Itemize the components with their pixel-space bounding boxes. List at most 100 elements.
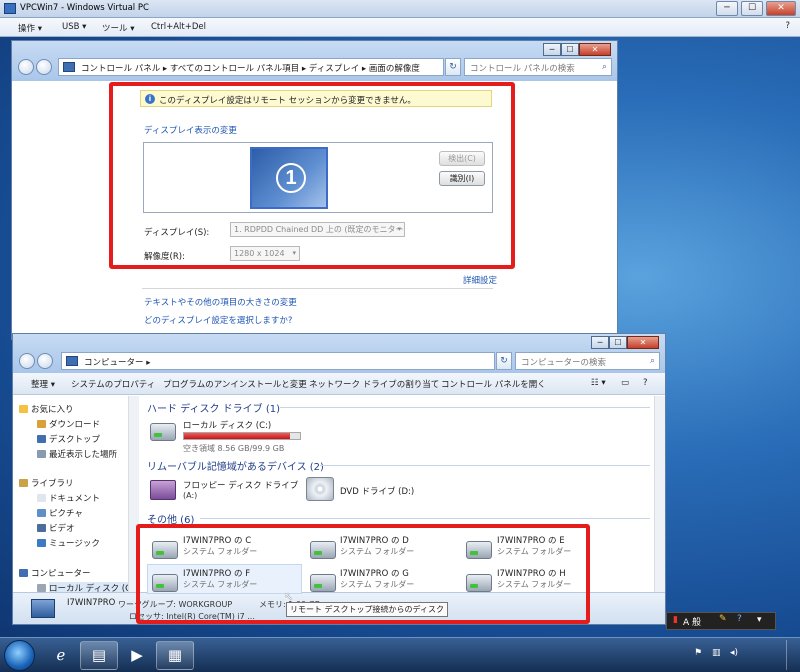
host-maximize-button[interactable]: ☐ bbox=[741, 1, 763, 16]
nav-pictures[interactable]: ピクチャ bbox=[49, 507, 83, 519]
local-disk-free: 空き領域 8.56 GB/99.9 GB bbox=[183, 444, 285, 453]
local-disk-name[interactable]: ローカル ディスク (C:) bbox=[183, 419, 271, 431]
explorer-folder-icon[interactable]: ▤ bbox=[80, 641, 118, 670]
minimize-button[interactable]: ─ bbox=[543, 43, 561, 56]
search-placeholder: コンピューターの検索 bbox=[521, 358, 607, 368]
organize-button[interactable]: 整理 ▾ bbox=[31, 378, 55, 390]
menu-usb[interactable]: USB ▾ bbox=[62, 22, 86, 32]
menu-ctrl-alt-del[interactable]: Ctrl+Alt+Del bbox=[151, 22, 206, 32]
nav-recent[interactable]: 最近表示した場所 bbox=[49, 448, 117, 460]
nav-favorites[interactable]: お気に入り bbox=[31, 403, 74, 415]
videos-icon bbox=[37, 524, 46, 532]
floppy-name[interactable]: フロッピー ディスク ドライブ bbox=[183, 479, 298, 491]
nav-desktop[interactable]: デスクトップ bbox=[49, 433, 100, 445]
content-scrollbar[interactable] bbox=[654, 396, 665, 592]
documents-icon bbox=[37, 494, 46, 502]
view-options-icon[interactable]: ☷ ▾ bbox=[591, 378, 606, 388]
dvd-drive-icon bbox=[306, 477, 334, 501]
address-bar[interactable]: コンピューター ▸ bbox=[61, 352, 495, 370]
tray-volume-icon[interactable]: ◂) bbox=[730, 648, 738, 658]
highlight-box-network-drives bbox=[136, 524, 590, 624]
search-input[interactable]: コンピューターの検索 ⌕ bbox=[515, 352, 660, 370]
music-icon bbox=[37, 539, 46, 547]
host-minimize-button[interactable]: ─ bbox=[716, 1, 738, 16]
open-control-panel-button[interactable]: コントロール パネルを開く bbox=[441, 378, 546, 390]
navigation-pane: お気に入り ダウンロード デスクトップ 最近表示した場所 ライブラリ ドキュメン… bbox=[13, 396, 138, 602]
computer-icon bbox=[19, 569, 28, 577]
virtual-pc-icon bbox=[4, 3, 16, 14]
pictures-icon bbox=[37, 509, 46, 517]
tray-network-icon[interactable]: ▥ bbox=[712, 648, 721, 658]
show-desktop-button[interactable] bbox=[786, 640, 800, 670]
system-properties-button[interactable]: システムのプロパティ bbox=[71, 378, 155, 390]
control-panel-icon bbox=[63, 62, 75, 72]
group-divider bbox=[280, 407, 650, 408]
search-icon: ⌕ bbox=[601, 62, 607, 72]
refresh-button[interactable]: ↻ bbox=[445, 58, 461, 76]
start-button[interactable] bbox=[4, 640, 35, 671]
forward-button[interactable] bbox=[37, 353, 53, 369]
window-controls: ─ ☐ ✕ bbox=[591, 336, 659, 349]
local-disk-icon bbox=[37, 584, 46, 592]
window-frame: ─ ☐ ✕ コンピューター ▸ ↻ コンピューターの検索 ⌕ bbox=[13, 334, 665, 373]
refresh-button[interactable]: ↻ bbox=[496, 352, 512, 370]
preview-pane-icon[interactable]: ▭ bbox=[621, 378, 629, 388]
divider bbox=[142, 288, 493, 289]
nav-computer[interactable]: コンピューター bbox=[31, 567, 91, 579]
disk-usage-bar bbox=[183, 432, 301, 440]
help-icon[interactable]: ? bbox=[643, 378, 648, 388]
nav-libraries[interactable]: ライブラリ bbox=[31, 477, 74, 489]
back-button[interactable] bbox=[19, 353, 35, 369]
menu-action[interactable]: 操作 ▾ bbox=[18, 22, 42, 34]
which-settings-link[interactable]: どのディスプレイ設定を選択しますか? bbox=[144, 314, 292, 326]
map-network-drive-button[interactable]: ネットワーク ドライブの割り当て bbox=[309, 378, 439, 390]
nav-videos[interactable]: ビデオ bbox=[49, 522, 75, 534]
forward-button[interactable] bbox=[36, 59, 52, 75]
tray-flag-icon[interactable]: ⚑ bbox=[694, 648, 702, 658]
maximize-button[interactable]: ☐ bbox=[561, 43, 579, 56]
advanced-settings-link[interactable]: 詳細設定 bbox=[463, 274, 497, 286]
uninstall-program-button[interactable]: プログラムのアンインストールと変更 bbox=[163, 378, 307, 390]
search-icon: ⌕ bbox=[649, 356, 655, 366]
search-placeholder: コントロール パネルの検索 bbox=[470, 64, 575, 74]
taskbar: ℯ ▤ ▶ ▦ ⚑ ▥ ◂) bbox=[0, 637, 800, 672]
ime-help-icon[interactable]: ? bbox=[737, 614, 742, 624]
window-controls: ─ ☐ ✕ bbox=[543, 43, 611, 56]
group-removable[interactable]: リムーバブル記憶域があるデバイス (2) bbox=[147, 458, 324, 473]
host-window-title: VPCWin7 - Windows Virtual PC bbox=[20, 3, 149, 13]
breadcrumb: コンピューター ▸ bbox=[84, 358, 151, 368]
address-bar[interactable]: コントロール パネル ▸ すべてのコントロール パネル項目 ▸ ディスプレイ ▸… bbox=[58, 58, 444, 76]
group-hdd[interactable]: ハード ディスク ドライブ (1) bbox=[147, 400, 280, 415]
ime-options-icon[interactable]: ▾ bbox=[757, 615, 762, 625]
internet-explorer-icon[interactable]: ℯ bbox=[42, 641, 80, 670]
ime-dictionary-icon[interactable]: ✎ bbox=[719, 614, 727, 624]
nav-downloads[interactable]: ダウンロード bbox=[49, 418, 100, 430]
maximize-button[interactable]: ☐ bbox=[609, 336, 627, 349]
ime-pin-icon: ▮ bbox=[673, 615, 678, 625]
nav-music[interactable]: ミュージック bbox=[49, 537, 100, 549]
close-button[interactable]: ✕ bbox=[627, 336, 659, 349]
close-button[interactable]: ✕ bbox=[579, 43, 611, 56]
computer-large-icon bbox=[31, 599, 55, 618]
back-button[interactable] bbox=[18, 59, 34, 75]
host-menu-bar: 操作 ▾ USB ▾ ツール ▾ Ctrl+Alt+Del ? bbox=[0, 18, 800, 37]
host-close-button[interactable]: ✕ bbox=[766, 1, 796, 16]
search-input[interactable]: コントロール パネルの検索 ⌕ bbox=[464, 58, 612, 76]
nav-documents[interactable]: ドキュメント bbox=[49, 492, 100, 504]
floppy-drive-icon bbox=[150, 480, 176, 500]
dvd-name[interactable]: DVD ドライブ (D:) bbox=[340, 485, 414, 497]
host-title-bar: VPCWin7 - Windows Virtual PC ─ ☐ ✕ bbox=[0, 0, 800, 18]
libraries-icon bbox=[19, 479, 28, 487]
text-size-link[interactable]: テキストやその他の項目の大きさの変更 bbox=[144, 296, 297, 308]
ime-mode[interactable]: A 般 bbox=[683, 615, 701, 628]
notification-area: ⚑ ▥ ◂) bbox=[690, 638, 800, 672]
command-bar: 整理 ▾ システムのプロパティ プログラムのアンインストールと変更 ネットワーク… bbox=[13, 373, 665, 395]
group-divider bbox=[200, 518, 650, 519]
media-player-icon[interactable]: ▶ bbox=[118, 641, 156, 670]
minimize-button[interactable]: ─ bbox=[591, 336, 609, 349]
details-computer-name: I7WIN7PRO bbox=[67, 598, 116, 608]
control-panel-taskbar-icon[interactable]: ▦ bbox=[156, 641, 194, 670]
ime-language-bar[interactable]: ▮ A 般 ✎ ? ▾ bbox=[666, 612, 776, 630]
help-icon[interactable]: ? bbox=[785, 21, 790, 31]
menu-tools[interactable]: ツール ▾ bbox=[102, 22, 134, 34]
